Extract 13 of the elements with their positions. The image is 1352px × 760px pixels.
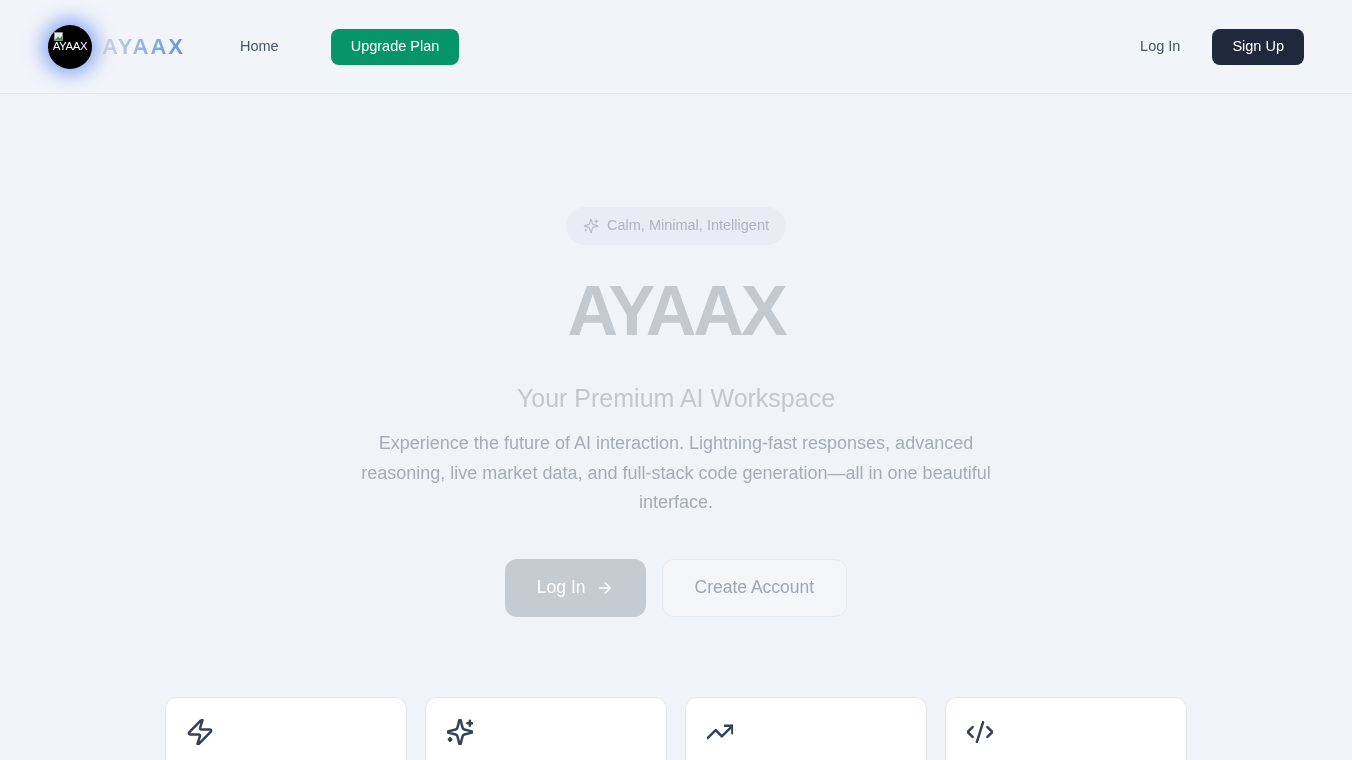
logo-alt-text: AYAAX	[52, 40, 88, 53]
upgrade-plan-button[interactable]: Upgrade Plan	[330, 28, 460, 65]
nav-link[interactable]: Log In	[1140, 35, 1181, 58]
tagline-text: Calm, Minimal, Intelligent	[607, 216, 769, 236]
logo-circle[interactable]: AYAAX	[48, 24, 92, 69]
broken-image-icon	[54, 31, 63, 41]
sparkle-icon	[583, 218, 599, 234]
lightning-bolt-icon	[187, 718, 213, 745]
sign-up-button[interactable]: Sign Up	[1212, 28, 1304, 65]
hero-description: Experience the future of AI interaction. Lightning-fast responses, advanced reasoning, live market data, and full-stack code generation—all in one beautiful interface.	[360, 432, 992, 514]
sparkles-icon	[447, 718, 473, 745]
nav-link[interactable]: Home	[240, 35, 279, 58]
code-icon	[967, 718, 993, 745]
